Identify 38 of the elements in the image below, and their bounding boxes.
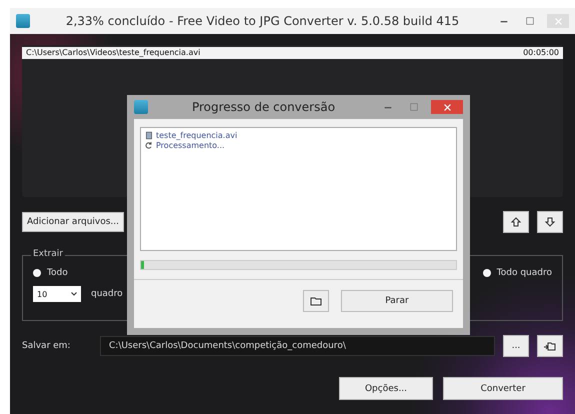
save-label: Salvar em: [22, 341, 72, 351]
radio-button[interactable] [482, 269, 491, 277]
app-icon [16, 14, 30, 28]
save-path-field[interactable]: C:\Users\Carlos\Documents\competição_comedouro\ [100, 336, 495, 356]
add-files-button[interactable]: Adicionar arquivos... [22, 212, 124, 232]
move-up-button[interactable] [503, 211, 529, 233]
list-item-text: teste_frequencia.avi [156, 131, 238, 140]
folder-arrow-icon [542, 340, 558, 352]
up-arrow-icon [510, 216, 522, 228]
chevron-down-icon [71, 291, 77, 297]
frame-count-dropdown[interactable]: 10 [33, 286, 81, 302]
file-duration: 00:05:00 [523, 47, 559, 59]
maximize-icon [526, 17, 534, 25]
dialog-title: Progresso de conversão [190, 100, 336, 114]
convert-button[interactable]: Converter [443, 377, 563, 400]
document-icon [145, 131, 153, 140]
radio-button[interactable] [33, 269, 41, 277]
options-button[interactable]: Opções... [339, 377, 433, 400]
stop-button[interactable]: Parar [341, 290, 453, 312]
app-icon [134, 100, 148, 114]
close-icon [554, 18, 562, 24]
maximize-icon [410, 103, 418, 111]
radio-label: Todo quadro [496, 268, 552, 278]
list-item-text: Processamento... [156, 141, 225, 150]
group-legend: Extrair [31, 249, 65, 259]
file-path: C:\Users\Carlos\Videos\teste_frequencia.avi [26, 47, 200, 59]
down-arrow-icon [544, 216, 556, 228]
radio-label: Todo [47, 268, 68, 278]
folder-icon [310, 295, 322, 307]
close-button[interactable] [431, 100, 463, 114]
refresh-icon [145, 141, 153, 150]
window-title: 2,33% concluído - Free Video to JPG Converter v. 5.0.58 build 415 [64, 14, 460, 28]
move-down-button[interactable] [537, 211, 563, 233]
browse-button[interactable]: ... [503, 335, 529, 357]
count-unit: quadro [91, 289, 123, 299]
open-folder-button[interactable] [537, 335, 563, 357]
open-folder-button[interactable] [303, 290, 329, 312]
close-icon [444, 104, 450, 110]
